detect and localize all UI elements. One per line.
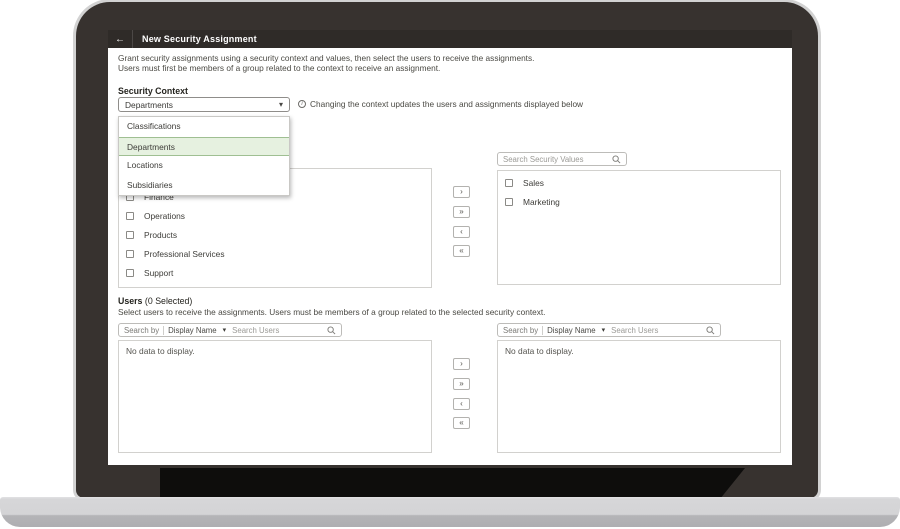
available-users-search[interactable]: Search by Display Name ▾ [118, 323, 342, 337]
security-context-label: Security Context [118, 86, 188, 96]
list-item[interactable]: Support [119, 263, 431, 282]
move-all-left-button[interactable]: « [453, 245, 470, 257]
option-locations[interactable]: Locations [119, 156, 289, 176]
move-left-button[interactable]: ‹ [453, 398, 470, 410]
move-all-left-button[interactable]: « [453, 417, 470, 429]
checkbox[interactable] [126, 269, 134, 277]
search-icon [706, 326, 715, 335]
move-right-button[interactable]: › [453, 358, 470, 370]
selected-users-search[interactable]: Search by Display Name ▾ [497, 323, 721, 337]
divider [542, 326, 543, 335]
page-title: New Security Assignment [133, 34, 257, 44]
search-icon [612, 155, 621, 164]
users-title: Users [118, 296, 142, 306]
search-by-select[interactable]: Display Name [168, 326, 217, 335]
search-security-values-input[interactable] [503, 155, 608, 164]
users-section-title: Users (0 Selected) [118, 296, 192, 306]
option-subsidiaries[interactable]: Subsidiaries [119, 176, 289, 196]
empty-state-text: No data to display. [119, 341, 431, 361]
search-by-label: Search by [124, 326, 159, 335]
empty-state-text: No data to display. [498, 341, 780, 361]
back-arrow-icon[interactable]: ← [108, 34, 132, 45]
list-item[interactable]: Products [119, 225, 431, 244]
value-label: Professional Services [144, 249, 225, 259]
laptop-base [0, 497, 900, 527]
move-right-button[interactable]: › [453, 186, 470, 198]
selected-values-list: Sales Marketing [497, 170, 781, 285]
checkbox[interactable] [126, 212, 134, 220]
chevron-down-icon[interactable]: ▾ [602, 326, 606, 334]
chevron-down-icon: ▾ [279, 100, 283, 109]
laptop-mockup: ← New Security Assignment Grant security… [0, 0, 900, 529]
security-context-select[interactable]: Departments ▾ [118, 97, 290, 112]
option-classifications[interactable]: Classifications [119, 117, 289, 137]
app-header: ← New Security Assignment [108, 30, 792, 48]
move-all-right-button[interactable]: » [453, 378, 470, 390]
search-by-label: Search by [503, 326, 538, 335]
option-departments[interactable]: Departments [119, 137, 289, 157]
value-label: Support [144, 268, 173, 278]
context-info-note: i Changing the context updates the users… [298, 99, 583, 109]
users-description: Select users to receive the assignments.… [118, 307, 546, 317]
list-item[interactable]: Professional Services [119, 244, 431, 263]
move-all-right-button[interactable]: » [453, 206, 470, 218]
laptop-hinge [160, 468, 745, 497]
intro-text: Grant security assignments using a secur… [118, 54, 534, 73]
list-item[interactable]: Marketing [498, 192, 780, 211]
intro-line-2: Users must first be members of a group r… [118, 64, 534, 74]
search-users-input[interactable] [611, 326, 702, 335]
move-left-button[interactable]: ‹ [453, 226, 470, 238]
search-by-select[interactable]: Display Name [547, 326, 596, 335]
selected-users-list: No data to display. [497, 340, 781, 453]
value-label: Operations [144, 211, 185, 221]
value-label: Sales [523, 178, 544, 188]
list-item[interactable]: Sales [498, 173, 780, 192]
divider [163, 326, 164, 335]
app-screen: ← New Security Assignment Grant security… [108, 30, 792, 465]
search-users-input[interactable] [232, 326, 323, 335]
checkbox[interactable] [505, 198, 513, 206]
info-icon: i [298, 100, 306, 108]
chevron-down-icon[interactable]: ▾ [223, 326, 227, 334]
search-icon [327, 326, 336, 335]
search-security-values[interactable] [497, 152, 627, 166]
security-context-dropdown: Classifications Departments Locations Su… [118, 116, 290, 196]
checkbox[interactable] [126, 250, 134, 258]
value-label: Marketing [523, 197, 560, 207]
list-item[interactable]: Operations [119, 206, 431, 225]
available-users-list: No data to display. [118, 340, 432, 453]
security-context-value: Departments [125, 100, 279, 110]
context-info-text: Changing the context updates the users a… [310, 99, 583, 109]
users-count: (0 Selected) [145, 296, 192, 306]
value-label: Products [144, 230, 177, 240]
checkbox[interactable] [126, 231, 134, 239]
checkbox[interactable] [505, 179, 513, 187]
